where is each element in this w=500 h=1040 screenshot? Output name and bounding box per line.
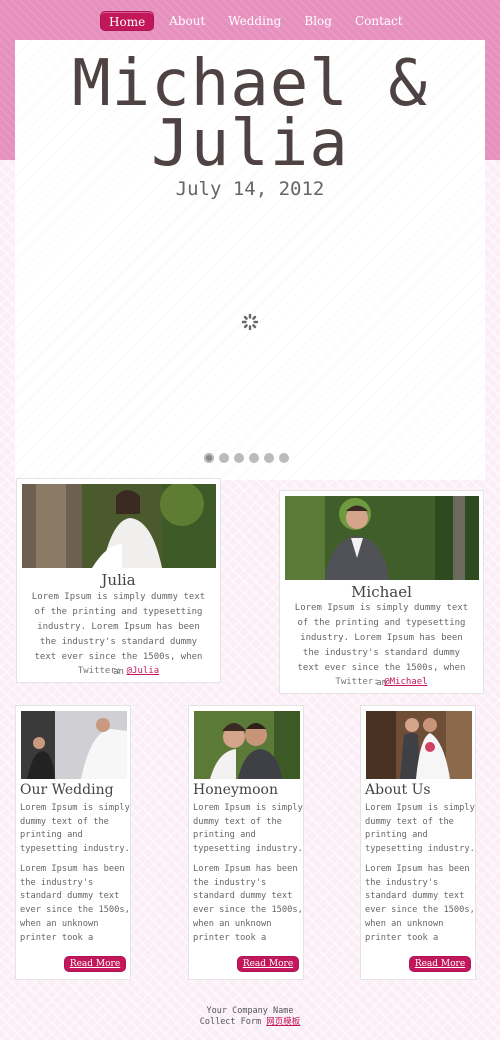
slider-dot[interactable] <box>234 453 244 463</box>
nav-about[interactable]: About <box>161 11 213 31</box>
read-more-button[interactable]: Read More <box>64 956 126 972</box>
card-text: Lorem Ipsum is simply dummy text of the … <box>365 803 475 855</box>
read-more-button[interactable]: Read More <box>237 956 299 972</box>
card-text: Lorem Ipsum has been the industry's stan… <box>20 864 130 943</box>
bride-name: Julia <box>101 571 136 589</box>
read-more-button[interactable]: Read More <box>409 956 471 972</box>
about-us-photo <box>366 711 472 779</box>
groom-twitter: Twitter: @Michael <box>280 677 483 687</box>
twitter-label: Twitter: <box>335 677 385 687</box>
our-wedding-card: Our Wedding Lorem Ipsum is simply dummy … <box>15 705 131 980</box>
hero-slider: Michael & Julia July 14, 2012 <box>15 40 485 480</box>
our-wedding-photo <box>21 711 127 779</box>
nav-wedding[interactable]: Wedding <box>220 11 289 31</box>
bride-twitter: Twitter: @Julia <box>17 666 220 676</box>
footer: Your Company Name Collect Form 网页模板 <box>0 1006 500 1028</box>
slider-dot[interactable] <box>279 453 289 463</box>
slider-pagination <box>204 453 289 463</box>
honeymoon-photo <box>194 711 300 779</box>
nav-contact[interactable]: Contact <box>347 11 411 31</box>
twitter-label: Twitter: <box>77 666 127 676</box>
card-title: Honeymoon <box>193 782 278 798</box>
groom-photo <box>285 496 479 580</box>
main-nav: Home About Wedding Blog Contact <box>100 11 418 31</box>
footer-credit: Collect Form 网页模板 <box>0 1017 500 1028</box>
footer-credit-text: Collect Form <box>199 1017 267 1027</box>
groom-twitter-link[interactable]: @Michael <box>384 677 427 687</box>
company-name: Your Company Name <box>206 1006 294 1016</box>
honeymoon-card: Honeymoon Lorem Ipsum is simply dummy te… <box>188 705 304 980</box>
bride-twitter-link[interactable]: @Julia <box>127 666 160 676</box>
card-text: Lorem Ipsum has been the industry's stan… <box>365 864 475 943</box>
bride-photo <box>22 484 216 568</box>
nav-blog[interactable]: Blog <box>296 11 340 31</box>
groom-name: Michael <box>351 583 412 601</box>
hero-title: Michael & Julia <box>15 52 485 176</box>
card-title: Our Wedding <box>20 782 114 798</box>
card-text: Lorem Ipsum is simply dummy text of the … <box>20 803 130 855</box>
wedding-date: July 14, 2012 <box>175 178 325 200</box>
about-us-card: About Us Lorem Ipsum is simply dummy tex… <box>360 705 476 980</box>
card-text: Lorem Ipsum has been the industry's stan… <box>193 864 303 943</box>
bride-profile-card: Julia Lorem Ipsum is simply dummy text o… <box>16 478 221 683</box>
slider-dot[interactable] <box>264 453 274 463</box>
groom-profile-card: Michael Lorem Ipsum is simply dummy text… <box>279 490 484 694</box>
card-title: About Us <box>365 782 431 798</box>
slider-dot[interactable] <box>249 453 259 463</box>
nav-home[interactable]: Home <box>100 11 155 31</box>
slider-dot[interactable] <box>219 453 229 463</box>
slider-dot[interactable] <box>204 453 214 463</box>
hero-title-line-2: Julia <box>151 107 349 181</box>
card-text: Lorem Ipsum is simply dummy text of the … <box>193 803 303 855</box>
loading-spinner-icon <box>241 313 259 331</box>
footer-template-link[interactable]: 网页模板 <box>266 1017 300 1027</box>
